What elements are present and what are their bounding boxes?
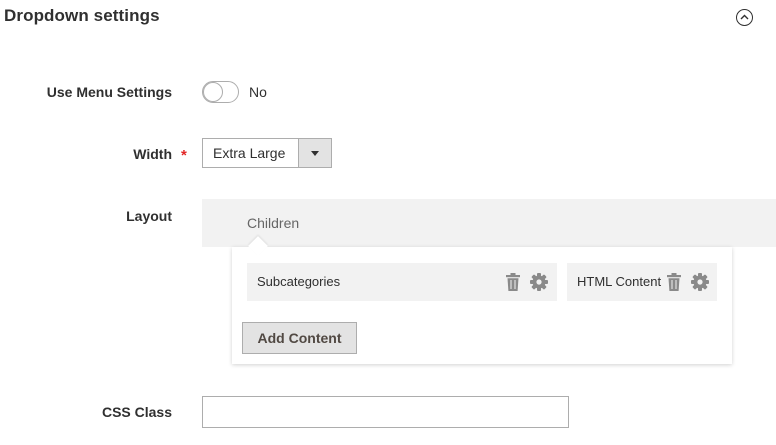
trash-icon[interactable] (506, 273, 520, 291)
add-content-button[interactable]: Add Content (242, 322, 357, 354)
layout-label: Layout (126, 208, 172, 224)
width-label: Width (133, 146, 172, 162)
content-item-label: HTML Content (577, 274, 662, 289)
gear-icon[interactable] (530, 273, 548, 291)
width-select-value: Extra Large (213, 145, 286, 161)
caret-down-icon (311, 151, 319, 156)
collapse-section-button[interactable] (736, 9, 753, 26)
select-arrow-button[interactable] (298, 139, 331, 167)
content-item-html-content[interactable]: HTML Content (567, 263, 717, 301)
layout-children-header: Children (202, 199, 776, 247)
required-indicator: * (181, 147, 187, 164)
children-label: Children (247, 215, 300, 231)
chevron-up-icon (740, 14, 749, 20)
use-menu-settings-state: No (249, 84, 267, 100)
section-title: Dropdown settings (4, 6, 160, 25)
toggle-knob (203, 82, 223, 102)
use-menu-settings-label: Use Menu Settings (46, 84, 172, 100)
use-menu-settings-toggle[interactable] (202, 81, 239, 103)
content-item-subcategories[interactable]: Subcategories (247, 263, 557, 301)
content-item-label: Subcategories (257, 274, 341, 289)
trash-icon[interactable] (667, 273, 681, 291)
css-class-label: CSS Class (101, 404, 172, 420)
gear-icon[interactable] (691, 273, 709, 291)
width-select[interactable]: Extra Large (202, 138, 332, 168)
css-class-input[interactable] (202, 396, 569, 428)
